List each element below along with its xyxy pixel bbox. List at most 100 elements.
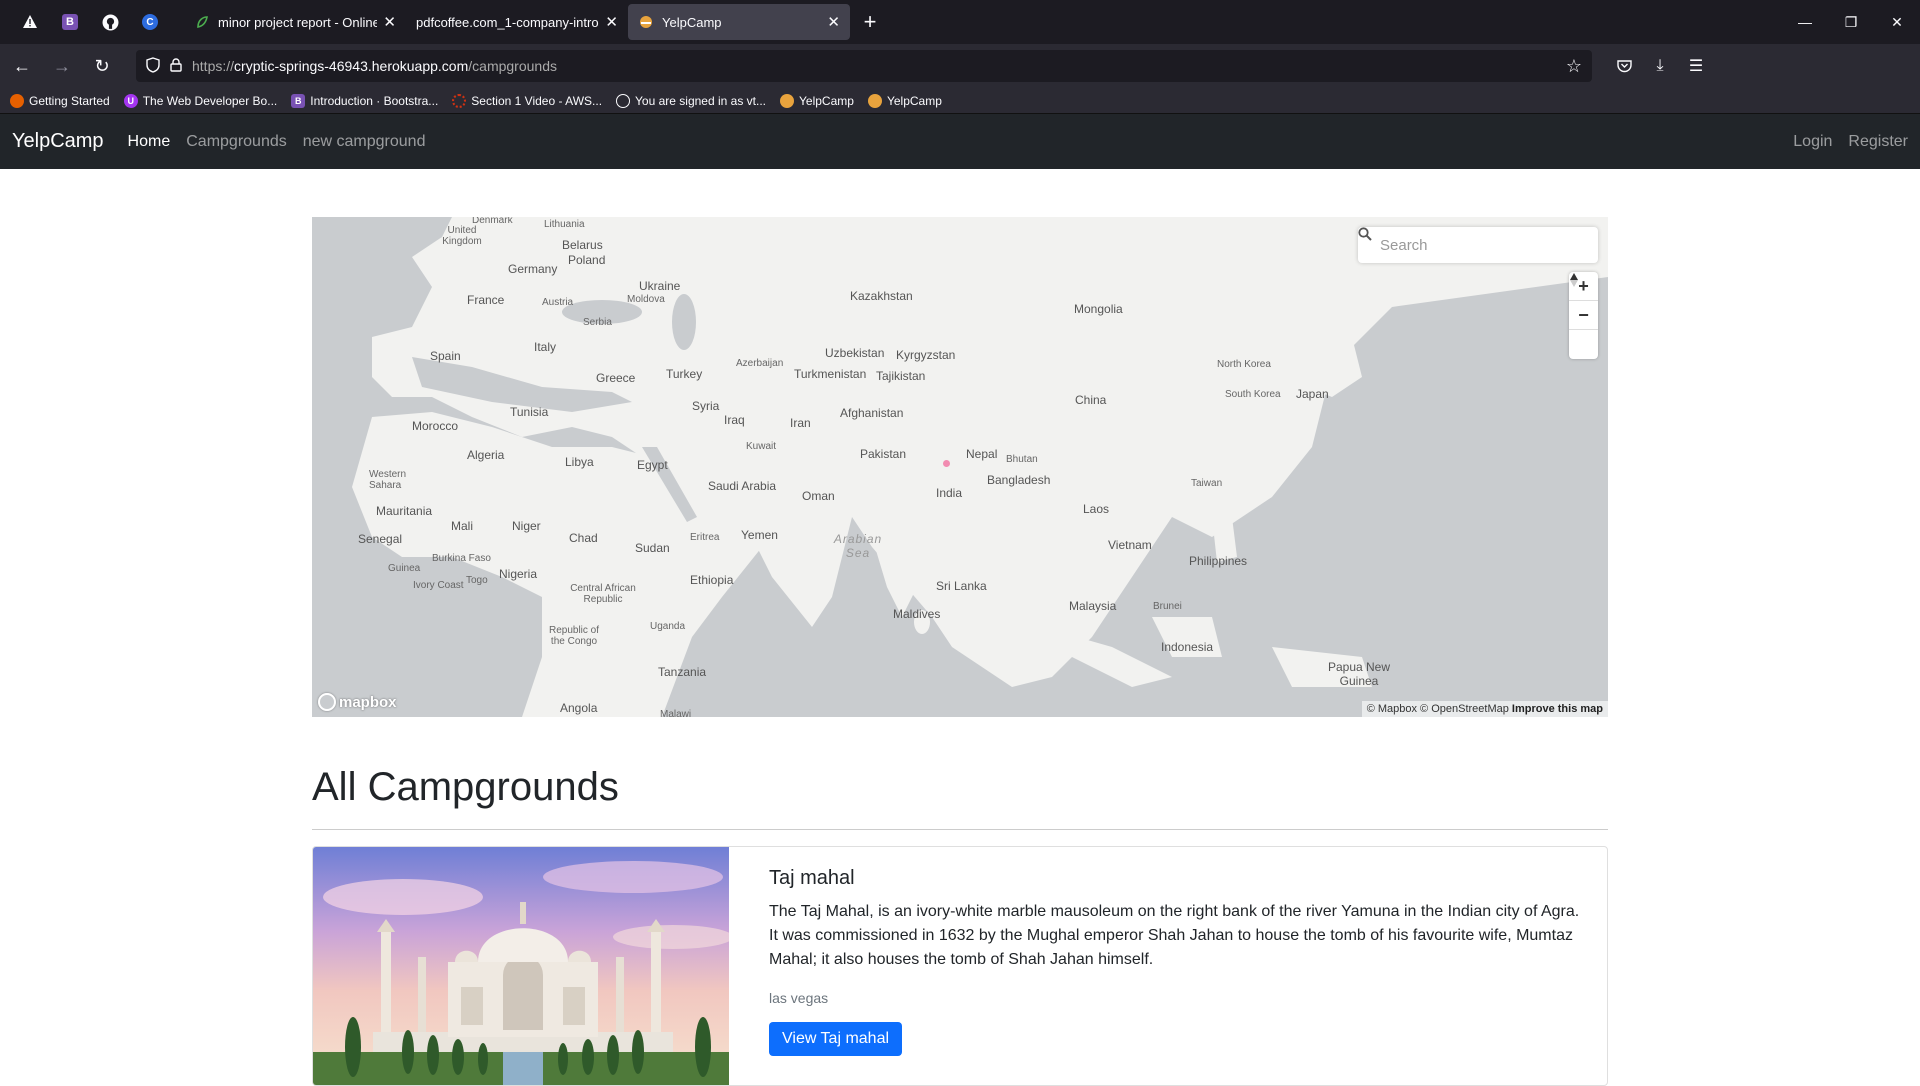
aws-icon [452,93,467,108]
map-label: Bangladesh [987,473,1051,487]
map-label: Oman [802,489,835,503]
url-scheme: https:// [192,58,235,74]
nav-new-campground[interactable]: new campground [303,133,426,151]
nav-register[interactable]: Register [1848,133,1908,151]
nav-campgrounds[interactable]: Campgrounds [186,133,287,151]
browser-tab-bar: B C minor project report - Online La ✕ p… [0,0,1920,44]
map-label: North Korea [1217,359,1271,370]
reload-icon[interactable]: ↻ [84,50,120,82]
map-zoom-controls: + − [1569,272,1598,359]
map-label: Laos [1083,502,1110,516]
download-icon[interactable]: ⤓ [1644,50,1676,82]
bookmark-item[interactable]: U The Web Developer Bo... [123,93,277,108]
map-label: Mali [451,519,474,533]
map-label: Ethiopia [690,573,734,587]
new-tab-button[interactable]: + [850,9,890,35]
url-bar[interactable]: https://cryptic-springs-46943.herokuapp.… [136,50,1592,82]
tab-label: pdfcoffee.com_1-company-introdu [416,14,600,30]
menu-icon[interactable]: ☰ [1680,50,1712,82]
campground-marker[interactable] [943,460,950,467]
bootstrap-icon[interactable]: B [50,0,90,44]
shield-icon[interactable] [146,56,160,76]
map-label: Spain [430,349,461,363]
map-label: Niger [512,519,541,533]
firefox-icon [10,93,24,108]
bookmark-item[interactable]: Section 1 Video - AWS... [452,93,602,108]
cluster-map[interactable]: Denmark Lithuania United Kingdom Belarus… [312,217,1608,717]
map-label: Uzbekistan [825,346,885,360]
lock-icon[interactable] [170,57,182,75]
pocket-icon[interactable] [1608,50,1640,82]
map-label: Eritrea [690,532,720,543]
bookmark-item[interactable]: You are signed in as vt... [616,93,766,108]
yelpcamp-icon [780,93,795,108]
card-location: las vegas [769,990,829,1006]
close-icon[interactable]: ✕ [605,13,618,31]
tab-pdfcoffee[interactable]: pdfcoffee.com_1-company-introdu ✕ [406,4,628,40]
restore-icon[interactable]: ❐ [1828,0,1874,44]
map-label: Kuwait [746,441,777,452]
bookmark-item[interactable]: YelpCamp [867,93,942,108]
map-label: Morocco [412,419,459,433]
map-label: Sudan [635,541,670,555]
divider [312,829,1608,830]
yelpcamp-icon [638,14,654,30]
bookmark-item[interactable]: Getting Started [10,93,110,108]
tab-overleaf[interactable]: minor project report - Online La ✕ [184,4,406,40]
back-icon[interactable]: ← [4,50,40,82]
map-search-placeholder: Search [1380,236,1428,254]
map-label: France [467,293,505,307]
map-label: Tunisia [510,405,549,419]
improve-map-link[interactable]: Improve this map [1512,703,1603,715]
github-icon[interactable] [90,0,130,44]
map-label: Sri Lanka [936,579,987,593]
app-icon[interactable]: C [130,0,170,44]
tab-yelpcamp[interactable]: YelpCamp ✕ [628,4,850,40]
zoom-out-icon[interactable]: − [1569,301,1598,330]
map-label: Taiwan [1191,478,1223,489]
map-label: Guinea [388,563,421,574]
map-label: Central African Republic [570,583,636,605]
map-label: Western Sahara [369,469,407,491]
bookmark-item[interactable]: YelpCamp [780,93,854,108]
map-label: Mauritania [376,504,433,518]
map-label: China [1075,393,1107,407]
mapbox-logo[interactable]: mapbox [318,693,397,711]
campground-card: Taj mahal The Taj Mahal, is an ivory-whi… [312,846,1608,1086]
campground-image [313,847,733,1085]
navbar-brand[interactable]: YelpCamp [12,130,104,153]
view-campground-button[interactable]: View Taj mahal [769,1022,903,1056]
bookmark-item[interactable]: B Introduction · Bootstra... [291,93,438,108]
mapbox-logo-icon [318,693,336,711]
globe-icon [616,93,631,108]
page-title: All Campgrounds [312,765,619,809]
attribution-text[interactable]: © Mapbox © OpenStreetMap [1367,703,1509,715]
map-label: Ukraine [639,279,681,293]
map-search-input[interactable]: Search [1358,227,1598,263]
close-window-icon[interactable]: ✕ [1874,0,1920,44]
bookmark-star-icon[interactable]: ☆ [1566,56,1582,77]
map-label: Moldova [627,294,665,305]
bookmarks-toolbar: Getting Started U The Web Developer Bo...… [0,88,1920,114]
map-label: Iraq [724,413,745,427]
compass-icon[interactable] [1569,273,1598,359]
nav-home[interactable]: Home [128,133,171,151]
map-label: India [936,486,963,500]
forward-icon[interactable]: → [44,50,80,82]
map-label: Poland [568,253,606,267]
close-icon[interactable]: ✕ [827,13,840,31]
map-label: Libya [565,455,594,469]
alert-icon[interactable] [10,0,50,44]
close-icon[interactable]: ✕ [383,13,396,31]
map-label: United Kingdom [442,225,482,247]
map-label: Tanzania [658,665,707,679]
map-label: Lithuania [544,219,585,230]
map-label: Angola [560,701,598,715]
map-canvas [312,217,1608,717]
nav-login[interactable]: Login [1793,133,1832,151]
map-label: Germany [508,262,558,276]
tab-label: YelpCamp [662,14,722,30]
minimize-icon[interactable]: — [1782,0,1828,44]
card-title: Taj mahal [769,867,855,889]
map-label: Bhutan [1006,454,1038,465]
